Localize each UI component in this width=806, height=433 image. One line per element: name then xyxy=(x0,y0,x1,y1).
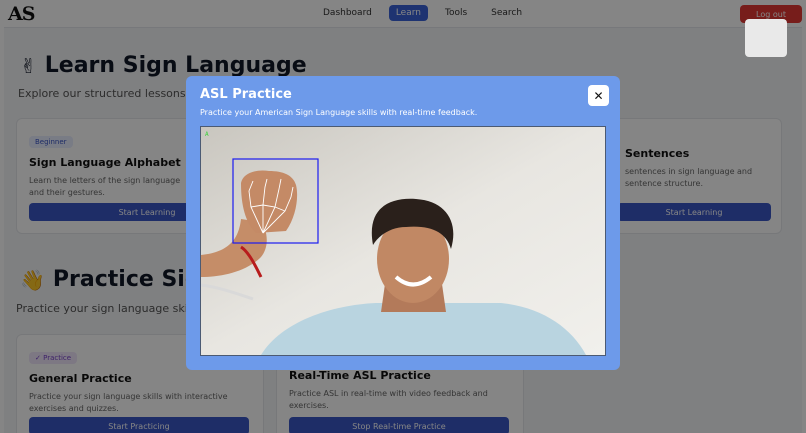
close-icon: ✕ xyxy=(593,88,604,103)
modal-subtitle: Practice your American Sign Language ski… xyxy=(200,108,478,117)
close-button[interactable]: ✕ xyxy=(588,85,609,106)
webcam-frame: A xyxy=(201,127,605,355)
floating-widget xyxy=(745,19,787,57)
webcam-feed: A xyxy=(200,126,606,356)
asl-practice-modal: ASL Practice Practice your American Sign… xyxy=(186,76,620,370)
modal-title: ASL Practice xyxy=(200,87,292,102)
prediction-overlay: A xyxy=(205,131,209,138)
